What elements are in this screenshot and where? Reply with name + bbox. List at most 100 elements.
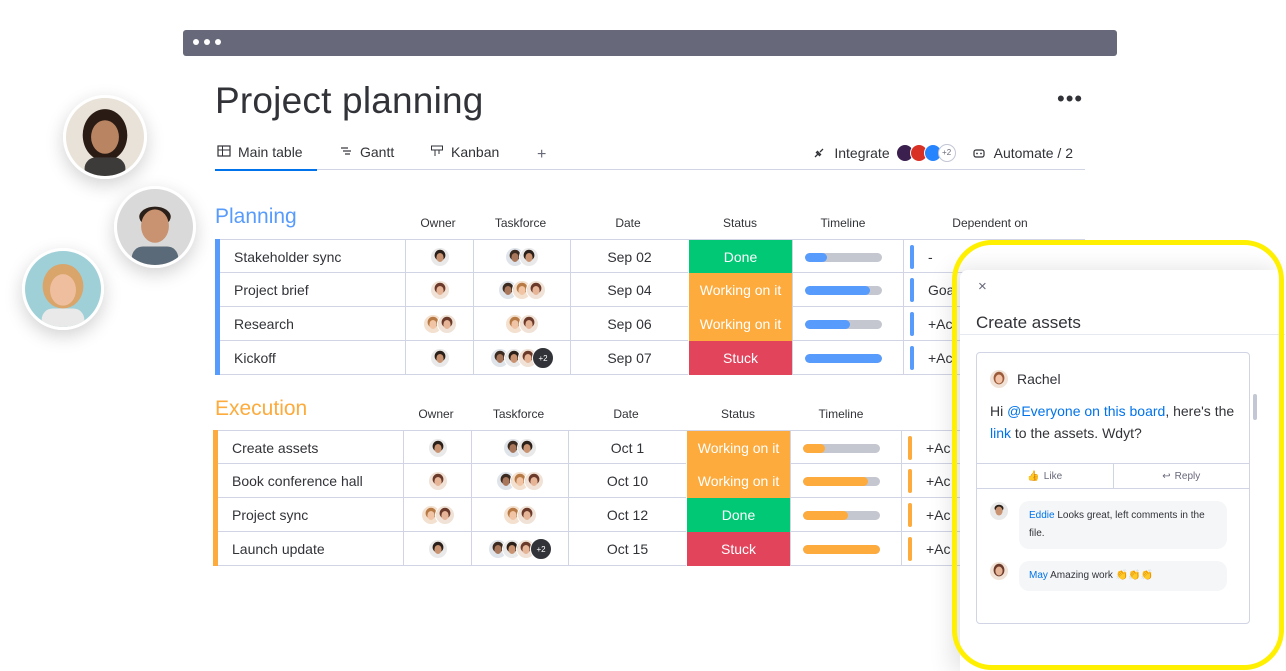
avatar (517, 505, 537, 525)
status-cell[interactable]: Done (686, 498, 790, 532)
timeline-cell[interactable] (792, 273, 894, 307)
col-date: Date (615, 216, 641, 230)
status-label: Done (723, 249, 758, 265)
more-members-badge[interactable]: +2 (532, 347, 554, 369)
status-label: Done (721, 507, 756, 523)
timeline-fill (805, 252, 827, 262)
tab-main-table[interactable]: Main table (215, 144, 317, 171)
avatar (427, 438, 448, 458)
add-view-button[interactable]: + (537, 146, 546, 164)
automate-button[interactable]: Automate / 2 (994, 145, 1073, 161)
taskforce-cell[interactable]: +2 (473, 341, 570, 375)
floating-avatar-3 (22, 248, 104, 330)
item-name-text: Research (234, 316, 294, 332)
taskforce-cell[interactable] (471, 464, 568, 498)
status-label: Stuck (720, 541, 756, 557)
avatar (427, 539, 448, 559)
taskforce-cell[interactable] (471, 498, 568, 532)
item-name[interactable]: Project sync (218, 498, 404, 532)
timeline-cell[interactable] (790, 431, 892, 465)
dependent-color-bar (908, 537, 912, 561)
item-name[interactable]: Book conference hall (218, 464, 404, 498)
owner-avatars (427, 471, 448, 491)
date-cell[interactable]: Sep 06 (570, 307, 688, 341)
item-name[interactable]: Kickoff (220, 341, 406, 375)
tab-gantt[interactable]: Gantt (339, 144, 394, 170)
item-name[interactable]: Launch update (218, 532, 404, 566)
tab-kanban[interactable]: Kanban (430, 144, 499, 170)
kanban-icon (431, 145, 443, 156)
taskforce-cell[interactable] (473, 307, 570, 341)
status-cell[interactable]: Stuck (688, 341, 792, 375)
timeline-cell[interactable] (790, 464, 892, 498)
dependent-color-bar (910, 278, 914, 302)
item-name[interactable]: Project brief (220, 273, 406, 307)
date-cell[interactable]: Sep 07 (570, 341, 688, 375)
date-text: Oct 15 (606, 541, 649, 557)
dependent-text: - (928, 249, 933, 265)
item-name[interactable]: Stakeholder sync (220, 240, 406, 274)
taskforce-avatars (503, 505, 537, 525)
taskforce-avatars (498, 280, 546, 300)
owner-cell[interactable] (403, 498, 471, 532)
timeline-cell[interactable] (792, 341, 894, 375)
status-cell[interactable]: Working on it (686, 464, 790, 498)
integrate-button[interactable]: Integrate (834, 145, 889, 161)
dependent-text: +Ac (926, 507, 951, 523)
status-cell[interactable]: Done (688, 240, 792, 274)
taskforce-avatars: +2 (490, 347, 554, 369)
item-name[interactable]: Research (220, 307, 406, 341)
date-cell[interactable]: Oct 15 (568, 532, 686, 566)
owner-cell[interactable] (403, 464, 471, 498)
item-name-text: Create assets (232, 440, 319, 456)
avatar (427, 471, 448, 491)
timeline-cell[interactable] (790, 498, 892, 532)
status-cell[interactable]: Working on it (688, 273, 792, 307)
status-cell[interactable]: Stuck (686, 532, 790, 566)
owner-avatars (427, 539, 448, 559)
timeline-cell[interactable] (792, 240, 894, 274)
more-options-icon[interactable]: ••• (1057, 88, 1083, 110)
group-title-planning: Planning (215, 205, 297, 228)
owner-cell[interactable] (405, 273, 473, 307)
owner-cell[interactable] (405, 307, 473, 341)
owner-avatars (420, 505, 455, 525)
owner-cell[interactable] (403, 431, 471, 465)
timeline-track (805, 353, 882, 363)
taskforce-cell[interactable] (473, 240, 570, 274)
avatar (429, 348, 450, 368)
floating-avatar-2 (114, 186, 196, 268)
avatar (526, 280, 546, 300)
item-name-text: Stakeholder sync (234, 249, 342, 265)
window-title-bar (183, 30, 1117, 56)
item-name[interactable]: Create assets (218, 431, 404, 465)
timeline-fill (805, 319, 850, 329)
tab-label: Gantt (360, 144, 395, 160)
more-members-badge[interactable]: +2 (530, 538, 552, 560)
status-cell[interactable]: Working on it (688, 307, 792, 341)
taskforce-cell[interactable]: +2 (471, 532, 568, 566)
date-cell[interactable]: Sep 02 (570, 240, 688, 274)
board-tools: Integrate +2 Automate / 2 (812, 144, 1073, 162)
date-cell[interactable]: Oct 12 (568, 498, 686, 532)
date-cell[interactable]: Oct 1 (568, 431, 686, 465)
taskforce-cell[interactable] (471, 431, 568, 465)
taskforce-cell[interactable] (473, 273, 570, 307)
status-cell[interactable]: Working on it (686, 431, 790, 465)
owner-cell[interactable] (405, 240, 473, 274)
date-text: Oct 1 (610, 440, 645, 456)
timeline-fill (803, 510, 848, 520)
owner-cell[interactable] (403, 532, 471, 566)
dependent-text: +Ac (928, 316, 953, 332)
owner-cell[interactable] (405, 341, 473, 375)
date-text: Sep 04 (607, 282, 652, 298)
date-cell[interactable]: Oct 10 (568, 464, 686, 498)
avatar (429, 280, 450, 300)
page-title: Project planning (215, 80, 484, 121)
taskforce-avatars: +2 (488, 538, 552, 560)
timeline-cell[interactable] (792, 307, 894, 341)
timeline-cell[interactable] (790, 532, 892, 566)
highlight-ring (952, 240, 1284, 670)
date-cell[interactable]: Sep 04 (570, 273, 688, 307)
col-timeline: Timeline (818, 407, 864, 421)
